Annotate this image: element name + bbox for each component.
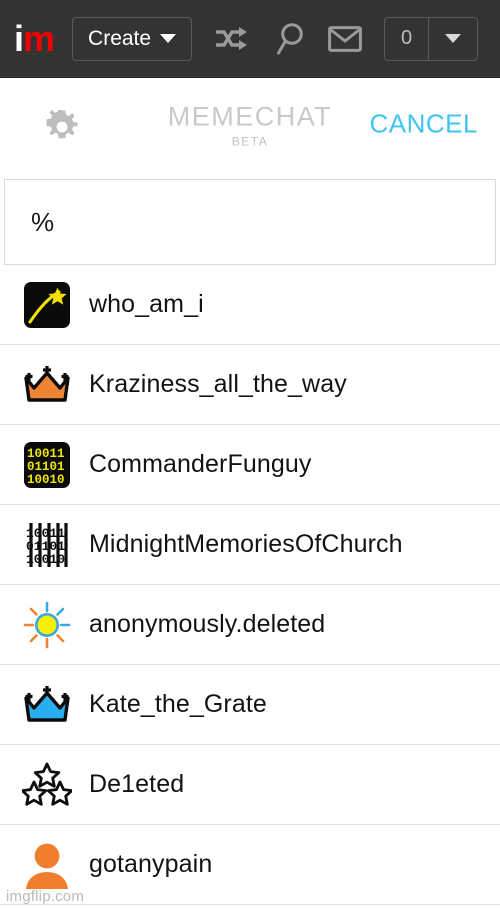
shooting-star-avatar	[22, 280, 72, 330]
list-item[interactable]: anonymously.deleted	[0, 585, 500, 665]
imgflip-logo[interactable]: im	[14, 17, 55, 59]
blue-crown-avatar	[22, 680, 72, 730]
user-name: who_am_i	[89, 290, 204, 318]
list-item[interactable]: De1eted	[0, 745, 500, 825]
shuffle-icon[interactable]	[214, 26, 254, 52]
create-button[interactable]: Create	[72, 16, 193, 61]
user-name: Kate_the_Grate	[89, 690, 267, 718]
search-field-container[interactable]	[4, 179, 496, 265]
settings-button[interactable]	[45, 109, 79, 144]
list-item[interactable]: Kate_the_Grate	[0, 665, 500, 745]
yellow-binary-avatar: 10011 01101 10010	[22, 440, 72, 490]
chevron-down-icon	[160, 34, 177, 43]
chevron-down-icon	[445, 34, 462, 43]
memechat-header: MEMECHAT BETA CANCEL	[0, 78, 500, 175]
user-name: Kraziness_all_the_way	[89, 370, 347, 398]
user-name: anonymously.deleted	[89, 610, 326, 638]
top-navigation-bar: im Create 0	[0, 0, 500, 78]
search-icon[interactable]	[276, 22, 308, 56]
cancel-button[interactable]: CANCEL	[370, 108, 478, 139]
user-name: gotanypain	[89, 850, 213, 878]
list-item[interactable]: 10011 01101 10010 CommanderFunguy	[0, 425, 500, 505]
three-stars-avatar	[22, 760, 72, 810]
user-name: CommanderFunguy	[89, 450, 312, 478]
points-dropdown-button[interactable]	[429, 18, 477, 60]
svg-text:10010: 10010	[27, 473, 65, 487]
user-name: De1eted	[89, 770, 185, 798]
list-item[interactable]: 10011 01101 10010 MidnightMemoriesOfChur…	[0, 505, 500, 585]
points-count: 0	[385, 17, 430, 60]
svg-text:01101: 01101	[27, 460, 65, 474]
search-input[interactable]	[5, 180, 495, 264]
create-button-label: Create	[88, 26, 152, 50]
black-binary-avatar: 10011 01101 10010	[22, 520, 72, 570]
logo-letter-i: i	[14, 17, 24, 59]
logo-letter-m: m	[23, 17, 55, 59]
points-group[interactable]: 0	[384, 16, 479, 61]
envelope-icon[interactable]	[328, 25, 362, 52]
orange-person-avatar	[22, 840, 72, 890]
sun-avatar	[22, 600, 72, 650]
list-item[interactable]: who_am_i	[0, 265, 500, 345]
user-name: MidnightMemoriesOfChurch	[89, 530, 403, 558]
user-list: who_am_i Kraziness_all_the_way 10011 011…	[0, 265, 500, 905]
list-item[interactable]: gotanypain	[0, 825, 500, 905]
orange-crown-avatar	[22, 360, 72, 410]
list-item[interactable]: Kraziness_all_the_way	[0, 345, 500, 425]
gear-icon	[46, 109, 78, 138]
svg-text:10011: 10011	[27, 447, 65, 461]
